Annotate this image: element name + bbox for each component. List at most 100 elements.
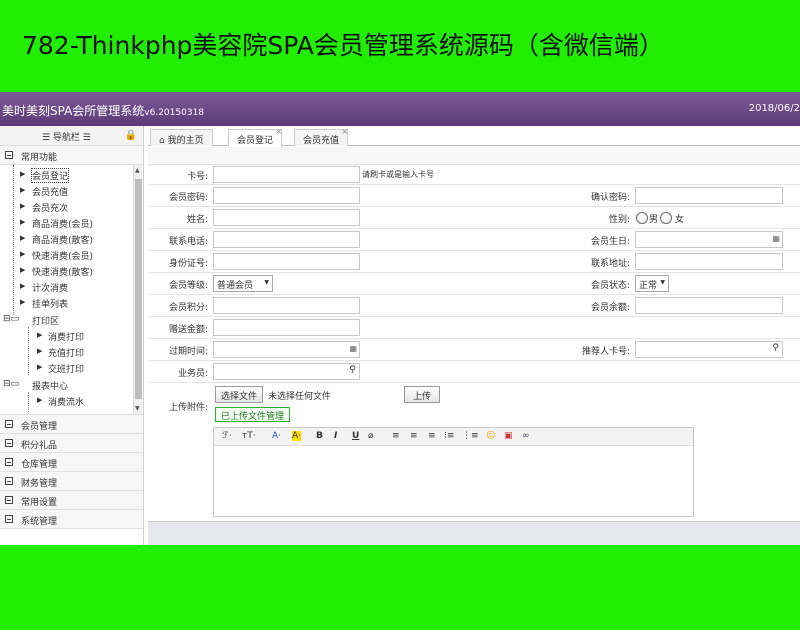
link-icon[interactable]: ∞ bbox=[522, 431, 530, 441]
scroll-down-icon[interactable]: ▼ bbox=[135, 405, 140, 412]
banner-title: 782-Thinkphp美容院SPA会员管理系统源码（含微信端） bbox=[22, 31, 664, 60]
sidebar-section-finance[interactable]: 财务管理 bbox=[0, 472, 143, 491]
address-input[interactable] bbox=[635, 253, 783, 270]
sidebar-group-label: 打印区 bbox=[32, 317, 60, 327]
font-family-icon[interactable]: ℱ· bbox=[222, 431, 232, 441]
uploaded-files-button[interactable]: 已上传文件管理 bbox=[215, 407, 291, 422]
level-select[interactable]: 普通会员 ▼ bbox=[213, 275, 273, 292]
collapse-icon bbox=[5, 458, 13, 466]
password-input[interactable] bbox=[213, 187, 360, 204]
unordered-list-icon[interactable]: ⋮≡ bbox=[462, 431, 479, 441]
bold-icon[interactable]: B bbox=[316, 431, 323, 441]
align-right-icon[interactable]: ≡ bbox=[428, 431, 436, 441]
staff-label: 业务员: bbox=[177, 369, 208, 379]
referrer-input[interactable]: ⚲ bbox=[635, 341, 783, 358]
sidebar-group-label: 报表中心 bbox=[32, 382, 69, 392]
password-label: 会员密码: bbox=[168, 193, 208, 203]
image-icon[interactable]: ▣ bbox=[504, 431, 513, 441]
sidebar-section-label: 常用设置 bbox=[21, 498, 58, 508]
folder-icon: ⊟▭ bbox=[3, 314, 20, 324]
calendar-icon[interactable]: ▦ bbox=[772, 234, 780, 243]
sidebar-item-label: 消费流水 bbox=[48, 398, 85, 408]
emoticon-icon[interactable]: ☺ bbox=[486, 431, 495, 441]
sidebar-scrollbar[interactable]: ▲ ▼ bbox=[133, 165, 142, 414]
balance-input[interactable] bbox=[635, 297, 783, 314]
tab-member-recharge[interactable]: 会员充值 × bbox=[294, 127, 349, 146]
underline-icon[interactable]: U bbox=[352, 431, 359, 441]
collapse-icon bbox=[5, 151, 13, 159]
tab-member-register[interactable]: 会员登记 × bbox=[228, 127, 283, 147]
sidebar-section-common[interactable]: 常用功能 bbox=[0, 146, 143, 165]
tab-bar: ⌂ 我的主页 会员登记 × 会员充值 × bbox=[148, 126, 800, 147]
sidebar-section-label: 财务管理 bbox=[21, 479, 58, 489]
referrer-label: 推荐人卡号: bbox=[581, 347, 630, 357]
font-color-icon[interactable]: A· bbox=[272, 431, 281, 441]
ordered-list-icon[interactable]: ⁝≡ bbox=[444, 431, 454, 441]
collapse-icon bbox=[5, 496, 13, 504]
name-input[interactable] bbox=[213, 209, 360, 226]
upload-button[interactable]: 上传 bbox=[404, 386, 441, 403]
points-input[interactable] bbox=[213, 297, 360, 314]
app-title-text: 美时美刻SPA会所管理系统 bbox=[2, 104, 145, 118]
rich-text-editor[interactable]: ℱ· тT· A· A· B I U ⌀ ≡ ≡ ≡ ⁝≡ ⋮≡ ☺ ▣ ∞ bbox=[213, 427, 694, 517]
sidebar-item-label: 快速消费(散客) bbox=[32, 268, 94, 278]
id-card-input[interactable] bbox=[213, 253, 360, 270]
calendar-icon[interactable]: ▦ bbox=[349, 344, 357, 353]
close-icon[interactable]: × bbox=[341, 127, 348, 136]
level-label: 会员等级: bbox=[168, 281, 208, 291]
points-label: 会员积分: bbox=[168, 303, 208, 313]
collapse-icon bbox=[5, 515, 13, 523]
caret-right-icon: ▶ bbox=[20, 202, 26, 210]
choose-file-button[interactable]: 选择文件 bbox=[215, 386, 264, 403]
status-select[interactable]: 正常 ▼ bbox=[635, 275, 669, 292]
sidebar-item-label: 商品消费(散客) bbox=[32, 236, 94, 246]
row-password: 会员密码: 确认密码: bbox=[148, 185, 800, 207]
sidebar-item-label: 消费打印 bbox=[48, 333, 85, 343]
font-size-icon[interactable]: тT· bbox=[242, 431, 256, 441]
gender-male-radio[interactable] bbox=[636, 212, 648, 224]
highlight-color-icon[interactable]: A· bbox=[292, 431, 302, 441]
bottom-bar bbox=[148, 521, 800, 545]
staff-input[interactable]: ⚲ bbox=[213, 363, 360, 380]
expire-input[interactable]: ▦ bbox=[213, 341, 360, 358]
birthday-input[interactable]: ▦ bbox=[635, 231, 783, 248]
tab-home[interactable]: ⌂ 我的主页 bbox=[150, 129, 213, 146]
sidebar-section-warehouse[interactable]: 仓库管理 bbox=[0, 453, 143, 472]
align-center-icon[interactable]: ≡ bbox=[410, 431, 418, 441]
sidebar-section-member[interactable]: 会员管理 bbox=[0, 415, 143, 434]
sidebar-section-points[interactable]: 积分礼品 bbox=[0, 434, 143, 453]
app-title: 美时美刻SPA会所管理系统v6.20150318 bbox=[2, 102, 204, 119]
sidebar-section-settings[interactable]: 常用设置 bbox=[0, 491, 143, 510]
search-icon[interactable]: ⚲ bbox=[349, 365, 356, 375]
clear-format-icon[interactable]: ⌀ bbox=[368, 431, 373, 441]
confirm-password-label: 确认密码: bbox=[590, 193, 630, 203]
lock-icon[interactable]: 🔒 bbox=[125, 130, 137, 141]
scrollbar-thumb[interactable] bbox=[135, 179, 142, 399]
tab-label: 会员充值 bbox=[303, 136, 340, 146]
gender-male-label: 男 bbox=[649, 215, 659, 225]
folder-icon: ⊟▭ bbox=[3, 379, 20, 389]
align-left-icon[interactable]: ≡ bbox=[392, 431, 400, 441]
no-file-text: 未选择任何文件 bbox=[268, 392, 332, 402]
italic-icon[interactable]: I bbox=[334, 431, 337, 441]
sidebar-item-label: 商品消费(会员) bbox=[32, 220, 94, 230]
sidebar-section-system[interactable]: 系统管理 bbox=[0, 510, 143, 529]
status-select-value: 正常 bbox=[639, 281, 658, 291]
confirm-password-input[interactable] bbox=[635, 187, 783, 204]
phone-input[interactable] bbox=[213, 231, 360, 248]
caret-right-icon: ▶ bbox=[20, 298, 26, 306]
tab-label: 我的主页 bbox=[167, 136, 204, 146]
gift-amount-input[interactable] bbox=[213, 319, 360, 336]
app-window: 美时美刻SPA会所管理系统v6.20150318 2018/06/2 ☰ 导航栏… bbox=[0, 92, 800, 545]
row-id: 身份证号: 联系地址: bbox=[148, 251, 800, 273]
gender-female-radio[interactable] bbox=[660, 212, 672, 224]
card-no-input[interactable] bbox=[213, 166, 360, 183]
row-level: 会员等级: 普通会员 ▼ 会员状态: 正常 ▼ bbox=[148, 273, 800, 295]
id-card-label: 身份证号: bbox=[168, 259, 208, 269]
caret-right-icon: ▶ bbox=[20, 218, 26, 226]
close-icon[interactable]: × bbox=[275, 127, 282, 136]
scroll-up-icon[interactable]: ▲ bbox=[135, 167, 140, 174]
row-attachment: 上传附件: 选择文件 未选择任何文件 上传 已上传文件管理 bbox=[148, 383, 800, 425]
search-icon[interactable]: ⚲ bbox=[772, 343, 779, 353]
sidebar-item-label: 会员充值 bbox=[32, 188, 69, 198]
